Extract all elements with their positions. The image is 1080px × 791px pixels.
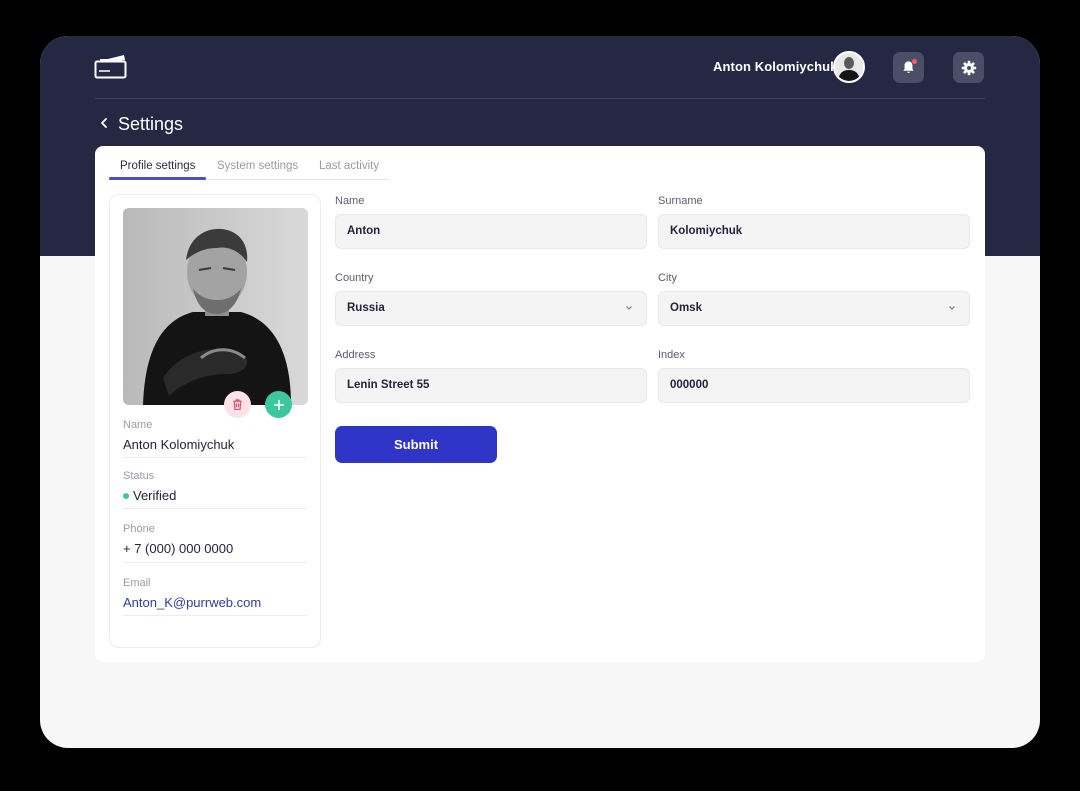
gear-icon	[961, 60, 976, 75]
profile-phone-value: + 7 (000) 000 0000	[123, 541, 234, 556]
profile-phone-label: Phone	[123, 523, 155, 535]
profile-status-label: Status	[123, 470, 155, 482]
country-select-value: Russia	[347, 302, 385, 314]
chevron-down-icon	[949, 306, 955, 310]
country-field-label: Country	[335, 272, 374, 284]
wallet-logo-icon[interactable]	[94, 52, 128, 80]
surname-field-label: Surname	[658, 195, 703, 207]
name-field-label: Name	[335, 195, 365, 207]
tab-system-settings[interactable]: System settings	[217, 160, 298, 172]
index-field-label: Index	[658, 349, 685, 361]
profile-name-label: Name	[123, 419, 153, 431]
profile-email-link[interactable]: Anton_K@purrweb.com	[123, 595, 261, 610]
tab-last-activity[interactable]: Last activity	[319, 160, 379, 172]
trash-icon	[233, 399, 242, 411]
tab-bar: Profile settings System settings Last ac…	[109, 146, 389, 180]
tab-profile-settings[interactable]: Profile settings	[120, 160, 195, 172]
index-input[interactable]: 000000	[658, 368, 970, 403]
plus-icon	[273, 399, 284, 410]
delete-photo-button[interactable]	[224, 391, 251, 418]
profile-photo	[123, 208, 308, 405]
country-select[interactable]: Russia	[335, 291, 647, 326]
submit-button[interactable]: Submit	[335, 426, 497, 463]
settings-card: Profile settings System settings Last ac…	[95, 146, 985, 662]
avatar[interactable]	[833, 51, 865, 83]
surname-input[interactable]: Kolomiychuk	[658, 214, 970, 249]
city-select[interactable]: Omsk	[658, 291, 970, 326]
add-photo-button[interactable]	[265, 391, 292, 418]
header-user-name[interactable]: Anton Kolomiychuk	[713, 59, 837, 74]
notifications-button[interactable]	[893, 52, 924, 83]
divider	[123, 562, 307, 563]
name-input[interactable]: Anton	[335, 214, 647, 249]
address-field-label: Address	[335, 349, 376, 361]
avatar-photo	[835, 53, 863, 81]
profile-status-value: Verified	[133, 488, 177, 503]
notification-dot	[912, 59, 917, 64]
divider	[123, 615, 307, 616]
status-dot	[123, 493, 129, 499]
app-window: Anton Kolomiychuk Settings Profile setti…	[40, 36, 1040, 748]
city-field-label: City	[658, 272, 677, 284]
profile-email-label: Email	[123, 577, 151, 589]
header-divider	[95, 98, 985, 99]
profile-photo-image	[123, 208, 308, 405]
address-input[interactable]: Lenin Street 55	[335, 368, 647, 403]
active-tab-indicator	[109, 177, 206, 180]
divider	[123, 508, 307, 509]
profile-name-value: Anton Kolomiychuk	[123, 437, 235, 452]
status-badge: Verified	[123, 488, 176, 503]
profile-panel: Name Anton Kolomiychuk Status Verified P…	[109, 194, 321, 648]
divider	[123, 457, 307, 458]
settings-button[interactable]	[953, 52, 984, 83]
page-title: Settings	[118, 114, 184, 134]
city-select-value: Omsk	[670, 302, 702, 314]
chevron-left-icon[interactable]	[97, 115, 111, 131]
chevron-down-icon	[626, 306, 632, 310]
